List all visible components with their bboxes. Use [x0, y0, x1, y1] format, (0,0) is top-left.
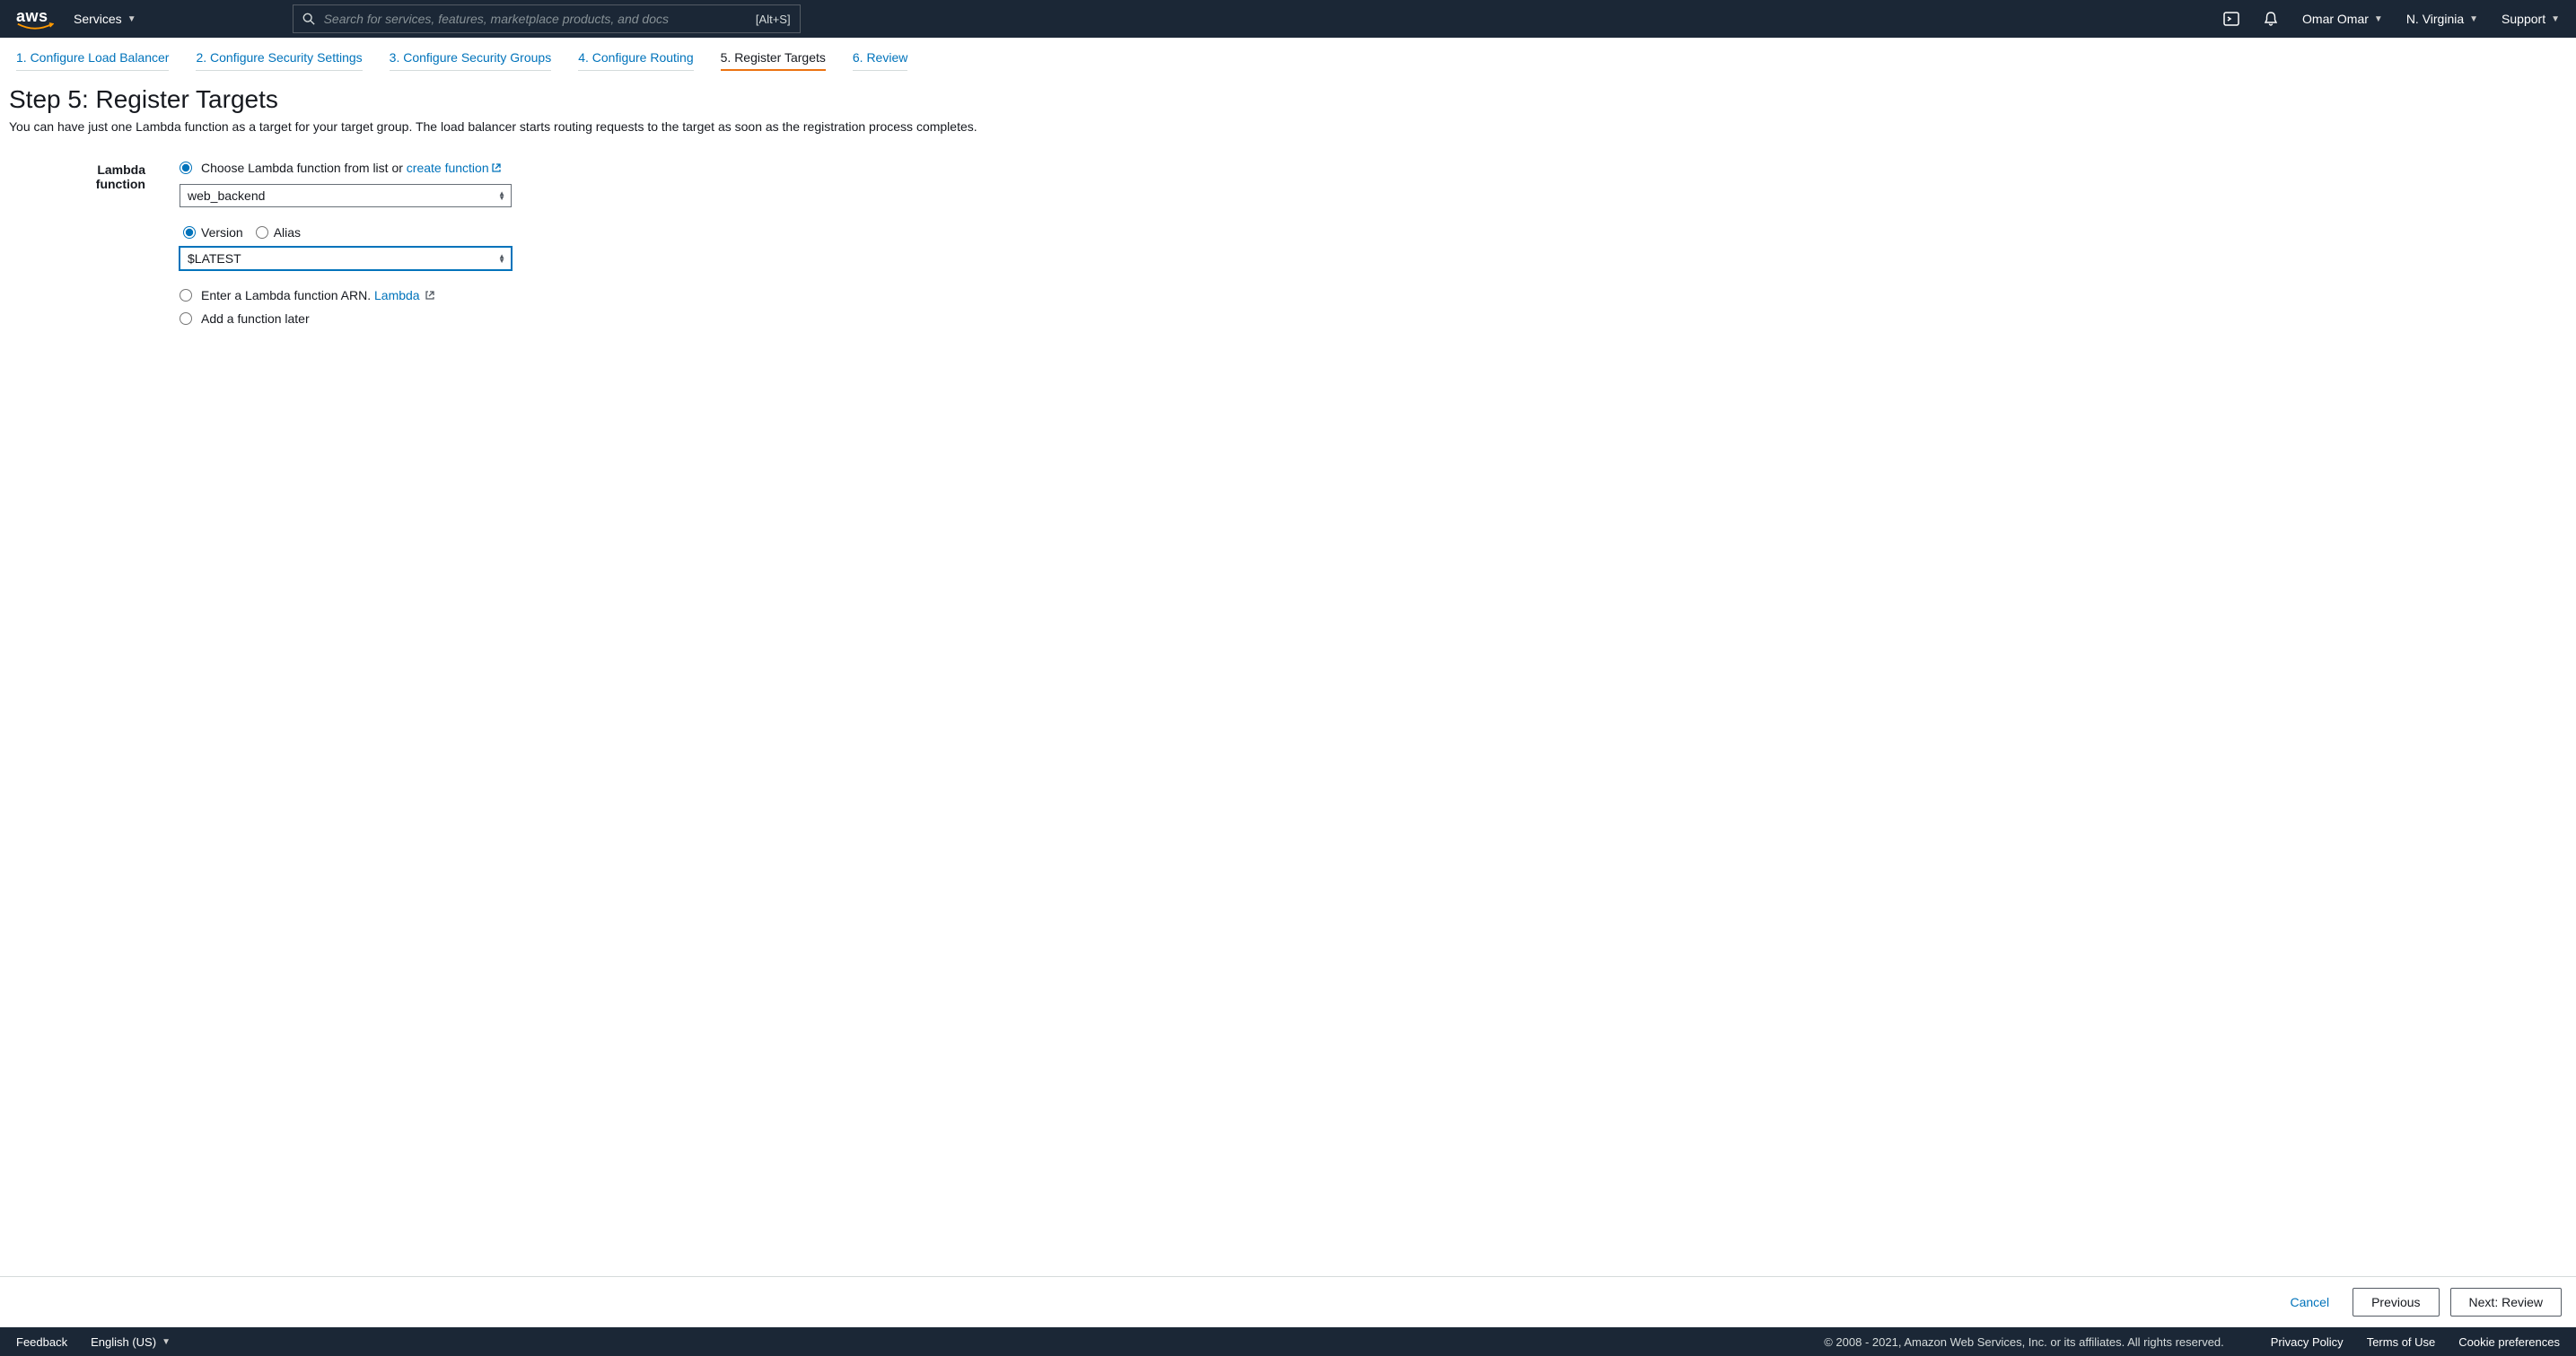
wizard-step-6[interactable]: 6. Review [853, 50, 907, 71]
caret-down-icon: ▼ [2469, 14, 2478, 24]
option-choose-radio[interactable] [180, 162, 192, 174]
version-radio[interactable] [183, 226, 196, 239]
option-arn-radio[interactable] [180, 289, 192, 302]
next-button[interactable]: Next: Review [2450, 1288, 2562, 1317]
search-shortcut: [Alt+S] [756, 13, 791, 26]
version-label: Version [201, 225, 243, 240]
privacy-policy-link[interactable]: Privacy Policy [2271, 1335, 2344, 1349]
user-menu[interactable]: Omar Omar ▼ [2302, 12, 2383, 26]
alias-radio[interactable] [256, 226, 268, 239]
caret-down-icon: ▼ [127, 14, 136, 24]
lambda-function-form: Lambda function Choose Lambda function f… [0, 134, 2576, 344]
wizard-step-5[interactable]: 5. Register Targets [721, 50, 826, 71]
wizard-step-3[interactable]: 3. Configure Security Groups [390, 50, 552, 71]
support-menu[interactable]: Support ▼ [2502, 12, 2560, 26]
option-arn-prefix: Enter a Lambda function ARN. [201, 288, 374, 302]
select-arrows-icon: ▲▼ [498, 254, 505, 263]
search-icon [302, 13, 315, 25]
wizard-tabs: 1. Configure Load Balancer 2. Configure … [0, 38, 2576, 71]
aws-logo[interactable]: aws [16, 7, 54, 31]
page-title: Step 5: Register Targets [9, 85, 2560, 114]
lambda-link[interactable]: Lambda [374, 288, 435, 302]
external-link-icon [425, 290, 435, 301]
option-later-row: Add a function later [180, 311, 512, 326]
terms-of-use-link[interactable]: Terms of Use [2367, 1335, 2436, 1349]
option-choose-label: Choose Lambda function from list or crea… [201, 161, 502, 175]
wizard-step-1[interactable]: 1. Configure Load Balancer [16, 50, 169, 71]
cancel-button[interactable]: Cancel [2277, 1288, 2342, 1317]
option-choose-row: Choose Lambda function from list or crea… [180, 161, 512, 175]
create-function-link[interactable]: create function [407, 161, 502, 175]
alias-label: Alias [274, 225, 301, 240]
version-alias-row: Version Alias [183, 225, 512, 240]
cookie-preferences-link[interactable]: Cookie preferences [2458, 1335, 2560, 1349]
searchbar[interactable]: [Alt+S] [293, 4, 801, 33]
action-bar: Cancel Previous Next: Review [0, 1276, 2576, 1327]
footer-links: Privacy Policy Terms of Use Cookie prefe… [2271, 1335, 2560, 1349]
version-select[interactable]: $LATEST ▲▼ [180, 247, 512, 270]
notifications-icon[interactable] [2263, 11, 2279, 27]
region-menu[interactable]: N. Virginia ▼ [2406, 12, 2478, 26]
services-label: Services [74, 12, 122, 26]
option-later-label: Add a function later [201, 311, 310, 326]
external-link-icon [491, 162, 502, 173]
field-label-lambda: Lambda function [45, 161, 180, 335]
navbar-right: Omar Omar ▼ N. Virginia ▼ Support ▼ [2223, 11, 2560, 27]
wizard-step-4[interactable]: 4. Configure Routing [578, 50, 693, 71]
option-later-radio[interactable] [180, 312, 192, 325]
language-label: English (US) [91, 1335, 156, 1349]
services-menu[interactable]: Services ▼ [74, 12, 136, 26]
version-selected-value: $LATEST [188, 251, 241, 266]
wizard-step-2[interactable]: 2. Configure Security Settings [196, 50, 362, 71]
language-menu[interactable]: English (US) ▼ [91, 1335, 171, 1349]
previous-button[interactable]: Previous [2353, 1288, 2439, 1317]
navbar: aws Services ▼ [Alt+S] Omar Omar ▼ [0, 0, 2576, 38]
caret-down-icon: ▼ [162, 1337, 171, 1347]
region-label: N. Virginia [2406, 12, 2464, 26]
select-arrows-icon: ▲▼ [498, 191, 505, 200]
option-arn-label: Enter a Lambda function ARN. Lambda [201, 288, 435, 302]
feedback-link[interactable]: Feedback [16, 1335, 67, 1349]
caret-down-icon: ▼ [2551, 14, 2560, 24]
search-input[interactable] [324, 12, 747, 26]
statusbar: Feedback English (US) ▼ © 2008 - 2021, A… [0, 1327, 2576, 1356]
page-header: Step 5: Register Targets You can have ju… [0, 71, 2576, 134]
cloudshell-icon[interactable] [2223, 11, 2239, 27]
user-label: Omar Omar [2302, 12, 2369, 26]
option-arn-row: Enter a Lambda function ARN. Lambda [180, 288, 512, 302]
function-select[interactable]: web_backend ▲▼ [180, 184, 512, 207]
support-label: Support [2502, 12, 2545, 26]
function-selected-value: web_backend [188, 188, 265, 203]
page-subtitle: You can have just one Lambda function as… [9, 119, 2560, 134]
copyright-text: © 2008 - 2021, Amazon Web Services, Inc.… [1824, 1335, 2224, 1349]
caret-down-icon: ▼ [2374, 14, 2383, 24]
option-choose-prefix: Choose Lambda function from list or [201, 161, 407, 175]
